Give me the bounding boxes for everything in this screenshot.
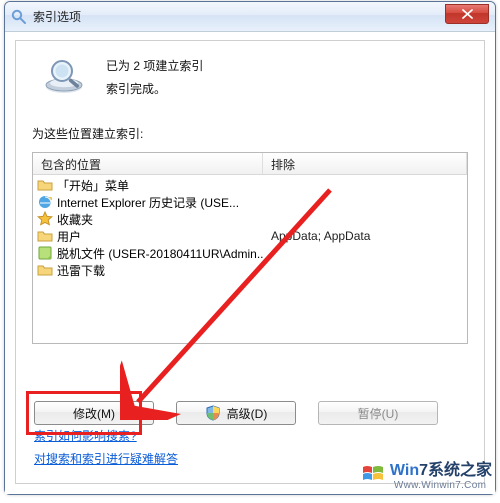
ie-icon [37, 194, 53, 210]
status-row: 已为 2 项建立索引 索引完成。 [32, 53, 468, 101]
indexing-options-window: 索引选项 已为 2 项建立索引 [4, 1, 496, 495]
index-status-icon [42, 53, 90, 97]
table-row[interactable]: 收藏夹 [33, 211, 467, 228]
app-icon [11, 9, 27, 25]
close-button[interactable] [445, 4, 489, 24]
table-row[interactable]: 用户 AppData; AppData [33, 228, 467, 245]
shield-icon [205, 405, 221, 421]
pause-button-label: 暂停(U) [358, 405, 399, 422]
advanced-button-label: 高级(D) [227, 405, 268, 422]
status-line-2: 索引完成。 [106, 78, 203, 101]
row-label: 用户 [57, 228, 81, 245]
locations-listview[interactable]: 包含的位置 排除 「开始」菜单Internet Explorer 历史记录 (U… [32, 152, 468, 344]
titlebar[interactable]: 索引选项 [5, 2, 495, 32]
row-label: 「开始」菜单 [57, 177, 129, 194]
row-label: 迅雷下载 [57, 262, 105, 279]
folder-icon [37, 177, 53, 193]
table-row[interactable]: 迅雷下载 [33, 262, 467, 279]
folder-icon [37, 262, 53, 278]
status-text: 已为 2 项建立索引 索引完成。 [106, 53, 203, 101]
row-label: 脱机文件 (USER-20180411UR\Admin... [57, 245, 263, 262]
pause-button[interactable]: 暂停(U) [318, 401, 438, 425]
modify-button[interactable]: 修改(M) [34, 401, 154, 425]
listview-header[interactable]: 包含的位置 排除 [33, 153, 467, 175]
column-header-exclude[interactable]: 排除 [263, 153, 467, 174]
sticky-icon [37, 245, 53, 261]
table-row[interactable]: 脱机文件 (USER-20180411UR\Admin... [33, 245, 467, 262]
table-row[interactable]: Internet Explorer 历史记录 (USE... [33, 194, 467, 211]
link-how-indexing-affects-search[interactable]: 索引如何影响搜索? [34, 427, 178, 444]
modify-button-label: 修改(M) [73, 405, 115, 422]
listview-body: 「开始」菜单Internet Explorer 历史记录 (USE...收藏夹用… [33, 175, 467, 281]
help-links: 索引如何影响搜索? 对搜索和索引进行疑难解答 [34, 427, 178, 467]
client-area: 已为 2 项建立索引 索引完成。 为这些位置建立索引: 包含的位置 排除 「开始… [5, 32, 495, 494]
window-title: 索引选项 [33, 8, 81, 25]
row-label: Internet Explorer 历史记录 (USE... [57, 194, 239, 211]
row-label: 收藏夹 [57, 211, 93, 228]
folder-icon [37, 228, 53, 244]
advanced-button[interactable]: 高级(D) [176, 401, 296, 425]
column-header-included[interactable]: 包含的位置 [33, 153, 263, 174]
content-panel: 已为 2 项建立索引 索引完成。 为这些位置建立索引: 包含的位置 排除 「开始… [15, 40, 485, 484]
locations-label: 为这些位置建立索引: [32, 125, 468, 142]
row-exclude: AppData; AppData [263, 229, 467, 243]
status-line-1: 已为 2 项建立索引 [106, 55, 203, 78]
table-row[interactable]: 「开始」菜单 [33, 177, 467, 194]
link-troubleshoot-search[interactable]: 对搜索和索引进行疑难解答 [34, 450, 178, 467]
button-row: 修改(M) 高级(D) 暂停(U) [34, 401, 466, 425]
star-icon [37, 211, 53, 227]
